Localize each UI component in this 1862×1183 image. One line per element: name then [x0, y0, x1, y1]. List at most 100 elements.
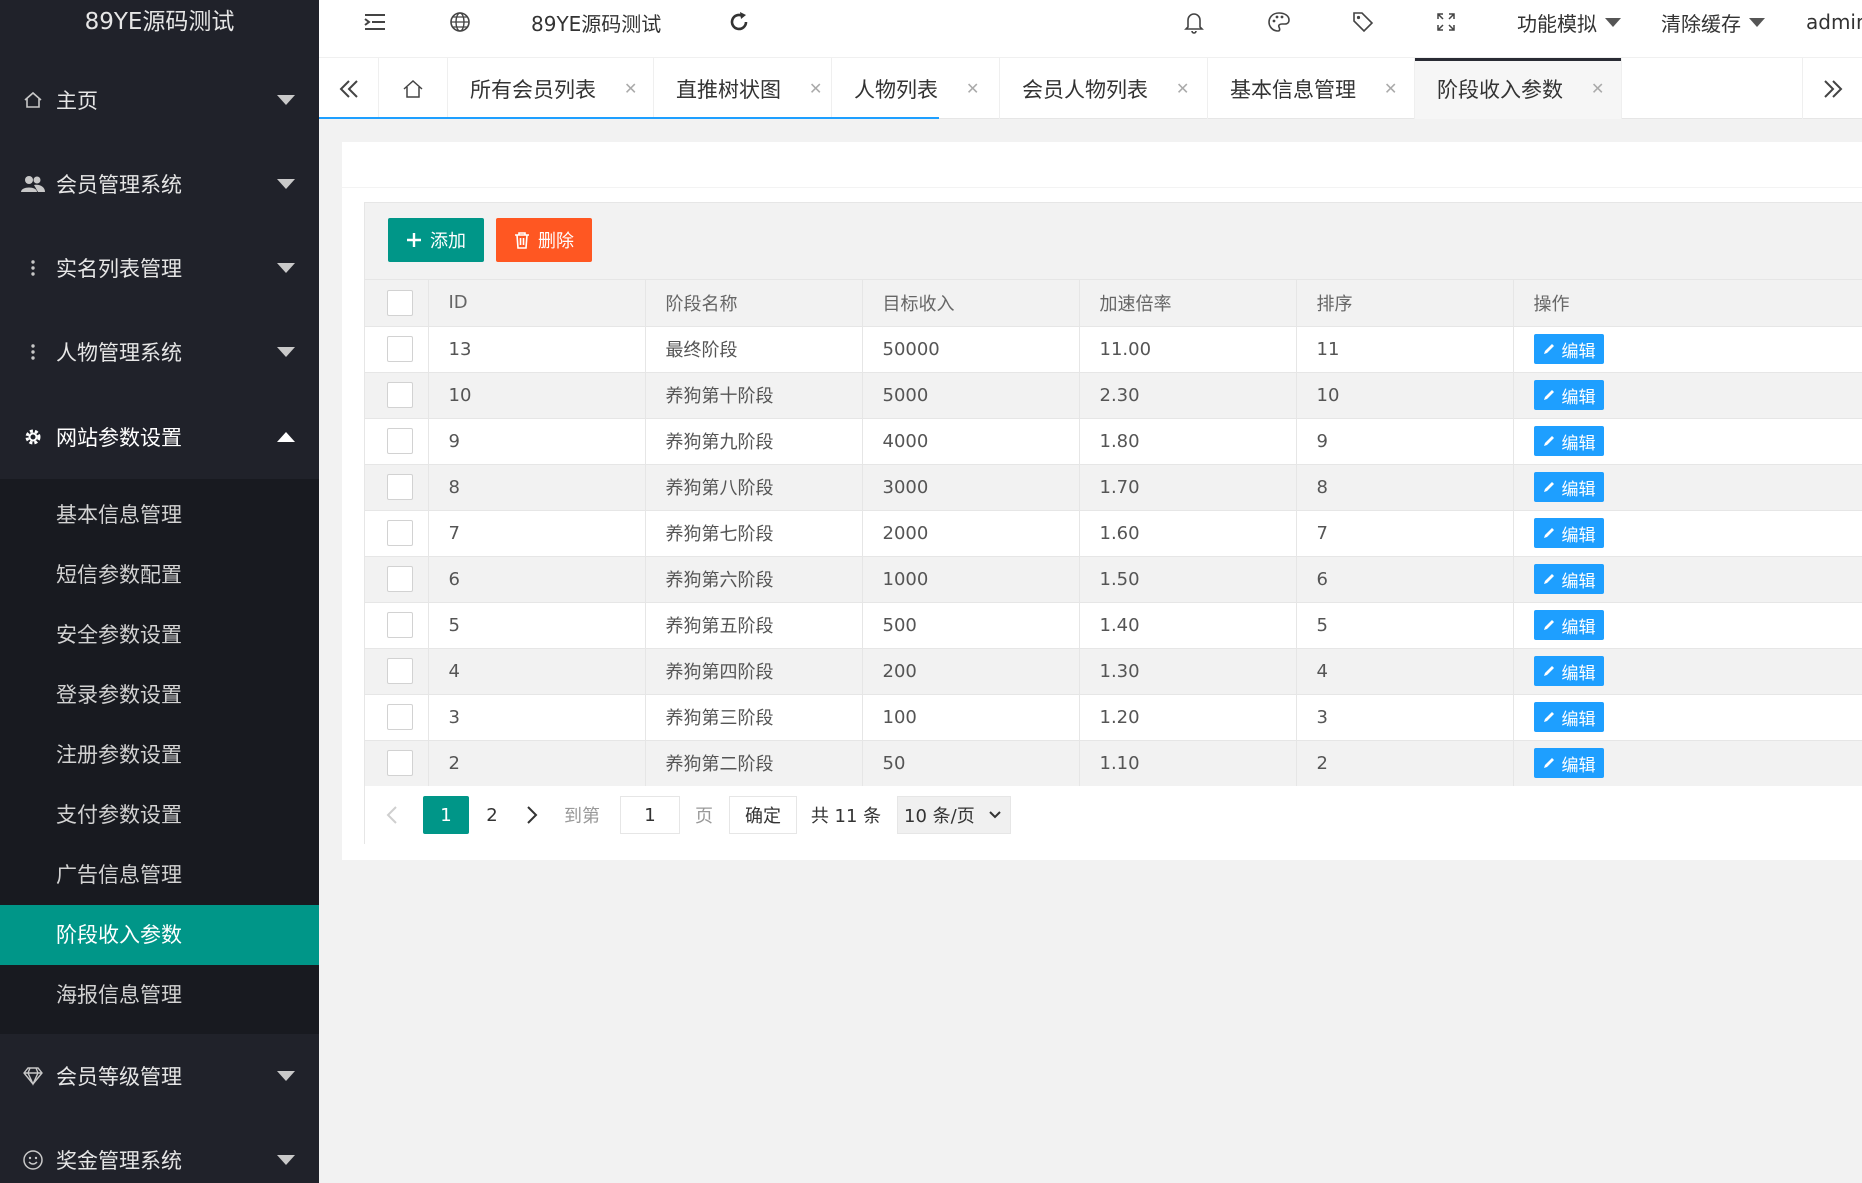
- row-checkbox[interactable]: [387, 474, 413, 500]
- edit-label: 编辑: [1561, 617, 1596, 638]
- tag-icon[interactable]: [1351, 0, 1375, 44]
- sidebar: 89YE源码测试 主页 会员管理系统 实名列表管理 人物管理系统 网站参数设置: [0, 0, 319, 1183]
- edit-button[interactable]: 编辑: [1533, 472, 1604, 502]
- column-header[interactable]: 阶段名称: [645, 280, 863, 327]
- edit-button[interactable]: 编辑: [1533, 564, 1604, 594]
- next-page-icon[interactable]: [515, 796, 549, 834]
- nav-member-system[interactable]: 会员管理系统: [0, 142, 319, 226]
- edit-label: 编辑: [1561, 479, 1596, 500]
- app-logo[interactable]: 89YE源码测试: [0, 0, 319, 46]
- tab-basic-info[interactable]: 基本信息管理 ✕: [1208, 58, 1415, 119]
- close-icon[interactable]: ✕: [1176, 79, 1189, 98]
- cell-actions: 编辑: [1513, 464, 1862, 511]
- close-icon[interactable]: ✕: [966, 79, 979, 98]
- table-row: 7 养狗第七阶段 2000 1.60 7 编辑: [365, 510, 1862, 557]
- tab-home[interactable]: [379, 58, 448, 119]
- tab-referral-tree[interactable]: 直推树状图 ✕: [654, 58, 832, 119]
- column-header[interactable]: 加速倍率: [1079, 280, 1297, 327]
- submenu-item-active[interactable]: 阶段收入参数: [0, 905, 319, 965]
- chevron-down-icon: [989, 811, 1001, 819]
- submenu-item[interactable]: 海报信息管理: [0, 965, 319, 1025]
- fullscreen-icon[interactable]: [1436, 0, 1456, 44]
- edit-label: 编辑: [1561, 341, 1596, 362]
- add-button[interactable]: 添加: [388, 218, 484, 262]
- select-all-checkbox[interactable]: [387, 289, 413, 316]
- edit-label: 编辑: [1561, 571, 1596, 592]
- page-size-select[interactable]: 10 条/页: [897, 796, 1011, 834]
- edit-button[interactable]: 编辑: [1533, 656, 1604, 686]
- edit-button[interactable]: 编辑: [1533, 748, 1604, 778]
- nav-member-level[interactable]: 会员等级管理: [0, 1034, 319, 1118]
- pagination: 1 2 到第 1 页 确定 共 11 条 10 条/页: [365, 786, 1862, 844]
- row-checkbox[interactable]: [387, 612, 413, 638]
- row-checkbox[interactable]: [387, 428, 413, 454]
- close-icon[interactable]: ✕: [1384, 79, 1397, 98]
- submenu-item[interactable]: 支付参数设置: [0, 785, 319, 845]
- clear-cache-menu[interactable]: 清除缓存: [1661, 0, 1765, 44]
- cell-sort: 11: [1296, 326, 1514, 373]
- row-checkbox[interactable]: [387, 520, 413, 546]
- edit-button[interactable]: 编辑: [1533, 426, 1604, 456]
- column-header[interactable]: 排序: [1296, 280, 1514, 327]
- edit-button[interactable]: 编辑: [1533, 518, 1604, 548]
- tab-scroll-left-icon[interactable]: [319, 58, 379, 119]
- page-button[interactable]: 2: [473, 796, 511, 834]
- tab-all-members[interactable]: 所有会员列表 ✕: [448, 58, 654, 119]
- total-count: 共 11 条: [810, 806, 882, 827]
- submenu-item[interactable]: 短信参数配置: [0, 545, 319, 605]
- palette-icon[interactable]: [1267, 0, 1291, 44]
- row-checkbox[interactable]: [387, 750, 413, 776]
- feature-menu[interactable]: 功能模拟: [1517, 0, 1621, 44]
- row-checkbox[interactable]: [387, 704, 413, 730]
- row-checkbox[interactable]: [387, 336, 413, 362]
- close-icon[interactable]: ✕: [624, 79, 637, 98]
- submenu-item[interactable]: 基本信息管理: [0, 485, 319, 545]
- delete-button[interactable]: 删除: [496, 218, 592, 262]
- edit-button[interactable]: 编辑: [1533, 334, 1604, 364]
- row-checkbox[interactable]: [387, 382, 413, 408]
- tab-stage-income[interactable]: 阶段收入参数 ✕: [1415, 58, 1622, 119]
- nav-realname-list[interactable]: 实名列表管理: [0, 226, 319, 310]
- submenu-item[interactable]: 注册参数设置: [0, 725, 319, 785]
- column-header: 操作: [1513, 280, 1862, 327]
- cell-id: 5: [428, 602, 646, 649]
- tab-character-list[interactable]: 人物列表 ✕: [832, 58, 1000, 119]
- cell-actions: 编辑: [1513, 648, 1862, 695]
- tab-scroll-right-icon[interactable]: [1802, 58, 1862, 119]
- confirm-button[interactable]: 确定: [729, 796, 797, 834]
- page-button-current[interactable]: 1: [423, 796, 469, 834]
- nav-home[interactable]: 主页: [0, 58, 319, 142]
- column-header[interactable]: 目标收入: [862, 280, 1080, 327]
- edit-button[interactable]: 编辑: [1533, 702, 1604, 732]
- row-checkbox[interactable]: [387, 658, 413, 684]
- user-menu[interactable]: admin: [1806, 0, 1862, 44]
- cell-actions: 编辑: [1513, 694, 1862, 741]
- bell-icon[interactable]: [1183, 0, 1205, 44]
- page-jump-input[interactable]: 1: [620, 796, 680, 834]
- row-checkbox[interactable]: [387, 566, 413, 592]
- content-card: 添加 删除 ID 阶段名称 目标收入 加速倍率 排序 操作 13 最终阶段 50…: [342, 142, 1862, 860]
- more-vertical-icon: [18, 258, 48, 278]
- close-icon[interactable]: ✕: [809, 79, 822, 98]
- tab-member-characters[interactable]: 会员人物列表 ✕: [1000, 58, 1208, 119]
- globe-icon[interactable]: [449, 0, 471, 44]
- cell-name: 养狗第四阶段: [645, 648, 863, 695]
- nav-site-settings[interactable]: 网站参数设置: [0, 395, 319, 479]
- submenu-item[interactable]: 登录参数设置: [0, 665, 319, 725]
- close-icon[interactable]: ✕: [1591, 79, 1604, 98]
- chevron-down-icon: [277, 1071, 295, 1081]
- card-header: [342, 142, 1862, 188]
- menu-toggle-icon[interactable]: [363, 0, 387, 44]
- prev-page-icon[interactable]: [379, 796, 405, 834]
- site-link[interactable]: 89YE源码测试: [531, 0, 661, 44]
- refresh-icon[interactable]: [727, 0, 751, 44]
- column-header[interactable]: ID: [428, 280, 646, 327]
- edit-button[interactable]: 编辑: [1533, 380, 1604, 410]
- nav-character-system[interactable]: 人物管理系统: [0, 310, 319, 394]
- nav-label: 会员管理系统: [56, 173, 182, 197]
- submenu-item[interactable]: 安全参数设置: [0, 605, 319, 665]
- nav-bonus-system[interactable]: 奖金管理系统: [0, 1118, 319, 1183]
- submenu-item[interactable]: 广告信息管理: [0, 845, 319, 905]
- cell-id: 3: [428, 694, 646, 741]
- edit-button[interactable]: 编辑: [1533, 610, 1604, 640]
